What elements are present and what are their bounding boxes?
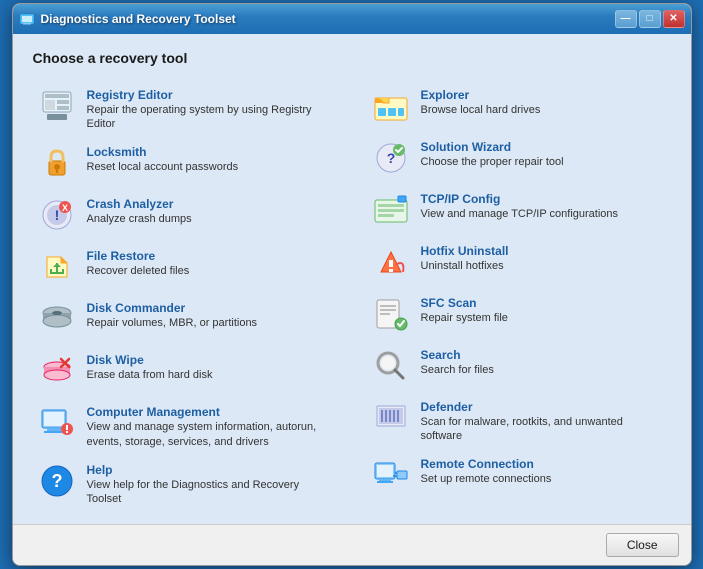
solution-wizard-info: Solution Wizard Choose the proper repair… — [421, 138, 667, 169]
help-desc: View help for the Diagnostics and Recove… — [87, 478, 333, 507]
tools-grid: Registry Editor Repair the operating sys… — [33, 80, 671, 513]
tool-help[interactable]: ? Help View help for the Diagnostics and… — [33, 455, 337, 513]
hotfix-uninstall-icon — [371, 242, 411, 282]
app-icon — [19, 11, 35, 27]
footer: Close — [13, 524, 691, 565]
tcpip-config-name[interactable]: TCP/IP Config — [421, 192, 667, 206]
solution-wizard-desc: Choose the proper repair tool — [421, 155, 667, 169]
hotfix-uninstall-info: Hotfix Uninstall Uninstall hotfixes — [421, 242, 667, 273]
search-name[interactable]: Search — [421, 348, 667, 362]
svg-text:!: ! — [54, 207, 59, 223]
explorer-name[interactable]: Explorer — [421, 88, 667, 102]
computer-management-desc: View and manage system information, auto… — [87, 420, 333, 449]
close-title-button[interactable]: ✕ — [663, 10, 685, 28]
tool-tcpip-config[interactable]: TCP/IP Config View and manage TCP/IP con… — [367, 184, 671, 236]
crash-analyzer-icon: ! X — [37, 195, 77, 235]
tool-crash-analyzer[interactable]: ! X Crash Analyzer Analyze crash dumps — [33, 189, 337, 241]
tcpip-config-info: TCP/IP Config View and manage TCP/IP con… — [421, 190, 667, 221]
search-info: Search Search for files — [421, 346, 667, 377]
disk-wipe-desc: Erase data from hard disk — [87, 368, 333, 382]
remote-connection-desc: Set up remote connections — [421, 472, 667, 486]
help-name[interactable]: Help — [87, 463, 333, 477]
tool-file-restore[interactable]: File Restore Recover deleted files — [33, 241, 337, 293]
registry-editor-name[interactable]: Registry Editor — [87, 88, 333, 102]
help-icon: ? — [37, 461, 77, 501]
window-title: Diagnostics and Recovery Toolset — [41, 12, 236, 26]
left-column: Registry Editor Repair the operating sys… — [33, 80, 337, 513]
explorer-info: Explorer Browse local hard drives — [421, 86, 667, 117]
computer-management-info: Computer Management View and manage syst… — [87, 403, 333, 449]
disk-wipe-icon — [37, 351, 77, 391]
svg-text:?: ? — [51, 471, 62, 491]
tool-sfc-scan[interactable]: SFC Scan Repair system file — [367, 288, 671, 340]
tool-computer-management[interactable]: Computer Management View and manage syst… — [33, 397, 337, 455]
sfc-scan-icon — [371, 294, 411, 334]
solution-wizard-icon: ? — [371, 138, 411, 178]
disk-commander-desc: Repair volumes, MBR, or partitions — [87, 316, 333, 330]
registry-icon — [37, 86, 77, 126]
minimize-button[interactable]: — — [615, 10, 637, 28]
crash-analyzer-info: Crash Analyzer Analyze crash dumps — [87, 195, 333, 226]
tool-disk-commander[interactable]: Disk Commander Repair volumes, MBR, or p… — [33, 293, 337, 345]
disk-commander-info: Disk Commander Repair volumes, MBR, or p… — [87, 299, 333, 330]
locksmith-info: Locksmith Reset local account passwords — [87, 143, 333, 174]
defender-icon — [371, 398, 411, 438]
disk-wipe-name[interactable]: Disk Wipe — [87, 353, 333, 367]
registry-editor-desc: Repair the operating system by using Reg… — [87, 103, 333, 132]
tool-explorer[interactable]: Explorer Browse local hard drives — [367, 80, 671, 132]
right-column: Explorer Browse local hard drives ? — [367, 80, 671, 513]
explorer-icon — [371, 86, 411, 126]
sfc-scan-info: SFC Scan Repair system file — [421, 294, 667, 325]
hotfix-uninstall-name[interactable]: Hotfix Uninstall — [421, 244, 667, 258]
computer-management-name[interactable]: Computer Management — [87, 405, 333, 419]
computer-management-icon — [37, 403, 77, 443]
registry-editor-info: Registry Editor Repair the operating sys… — [87, 86, 333, 132]
tool-solution-wizard[interactable]: ? Solution Wizard Choose the proper repa… — [367, 132, 671, 184]
tool-registry-editor[interactable]: Registry Editor Repair the operating sys… — [33, 80, 337, 138]
svg-text:X: X — [61, 203, 67, 213]
disk-commander-icon — [37, 299, 77, 339]
main-content: Choose a recovery tool — [13, 34, 691, 525]
solution-wizard-name[interactable]: Solution Wizard — [421, 140, 667, 154]
defender-name[interactable]: Defender — [421, 400, 667, 414]
search-desc: Search for files — [421, 363, 667, 377]
crash-analyzer-name[interactable]: Crash Analyzer — [87, 197, 333, 211]
file-restore-desc: Recover deleted files — [87, 264, 333, 278]
section-heading: Choose a recovery tool — [33, 50, 671, 66]
tool-search[interactable]: Search Search for files — [367, 340, 671, 392]
tcpip-config-icon — [371, 190, 411, 230]
disk-commander-name[interactable]: Disk Commander — [87, 301, 333, 315]
remote-connection-icon — [371, 455, 411, 495]
locksmith-name[interactable]: Locksmith — [87, 145, 333, 159]
crash-analyzer-desc: Analyze crash dumps — [87, 212, 333, 226]
disk-wipe-info: Disk Wipe Erase data from hard disk — [87, 351, 333, 382]
tool-disk-wipe[interactable]: Disk Wipe Erase data from hard disk — [33, 345, 337, 397]
tool-locksmith[interactable]: Locksmith Reset local account passwords — [33, 137, 337, 189]
locksmith-desc: Reset local account passwords — [87, 160, 333, 174]
title-buttons: — □ ✕ — [615, 10, 685, 28]
defender-desc: Scan for malware, rootkits, and unwanted… — [421, 415, 667, 444]
title-bar: Diagnostics and Recovery Toolset — □ ✕ — [13, 4, 691, 34]
tool-remote-connection[interactable]: Remote Connection Set up remote connecti… — [367, 449, 671, 501]
defender-info: Defender Scan for malware, rootkits, and… — [421, 398, 667, 444]
close-button[interactable]: Close — [606, 533, 679, 557]
search-icon — [371, 346, 411, 386]
hotfix-uninstall-desc: Uninstall hotfixes — [421, 259, 667, 273]
explorer-desc: Browse local hard drives — [421, 103, 667, 117]
sfc-scan-desc: Repair system file — [421, 311, 667, 325]
help-info: Help View help for the Diagnostics and R… — [87, 461, 333, 507]
file-restore-name[interactable]: File Restore — [87, 249, 333, 263]
tool-defender[interactable]: Defender Scan for malware, rootkits, and… — [367, 392, 671, 450]
file-restore-icon — [37, 247, 77, 287]
remote-connection-name[interactable]: Remote Connection — [421, 457, 667, 471]
remote-connection-info: Remote Connection Set up remote connecti… — [421, 455, 667, 486]
maximize-button[interactable]: □ — [639, 10, 661, 28]
title-bar-left: Diagnostics and Recovery Toolset — [19, 11, 236, 27]
locksmith-icon — [37, 143, 77, 183]
sfc-scan-name[interactable]: SFC Scan — [421, 296, 667, 310]
main-window: Diagnostics and Recovery Toolset — □ ✕ C… — [12, 3, 692, 567]
file-restore-info: File Restore Recover deleted files — [87, 247, 333, 278]
tcpip-config-desc: View and manage TCP/IP configurations — [421, 207, 667, 221]
tool-hotfix-uninstall[interactable]: Hotfix Uninstall Uninstall hotfixes — [367, 236, 671, 288]
